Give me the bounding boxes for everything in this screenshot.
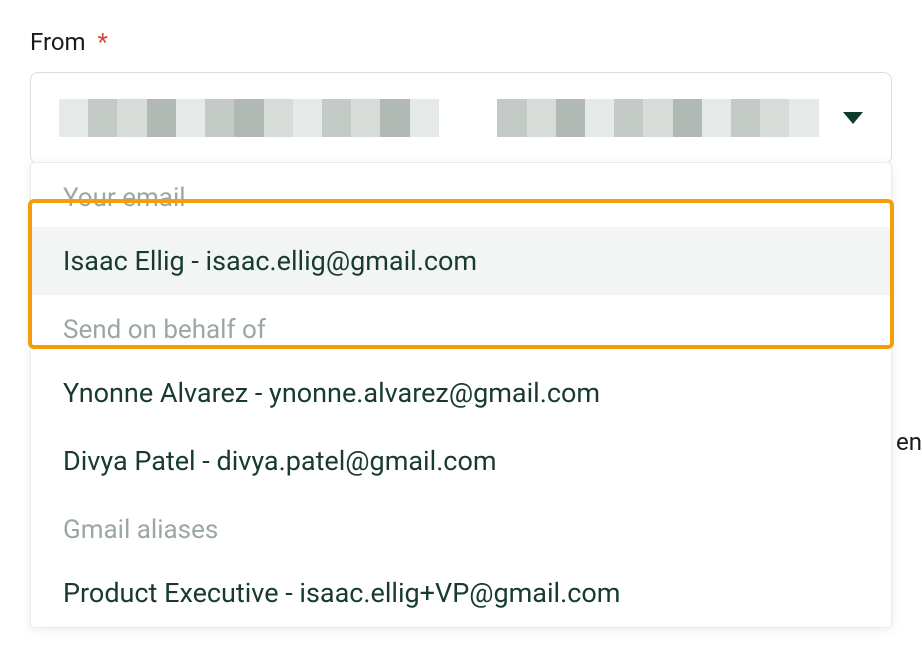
- field-label-text: From: [30, 28, 86, 56]
- pixel-block: [88, 99, 117, 137]
- option-divya[interactable]: Divya Patel - divya.patel@gmail.com: [31, 427, 891, 495]
- pixel-block: [556, 99, 585, 137]
- group-header-your_email: Your email: [31, 163, 891, 227]
- pixel-block: [117, 99, 146, 137]
- from-select-container: Your emailIsaac Ellig - isaac.ellig@gmai…: [30, 72, 892, 164]
- pixel-block: [527, 99, 556, 137]
- from-dropdown-panel: Your emailIsaac Ellig - isaac.ellig@gmai…: [30, 162, 892, 628]
- pixel-block: [585, 99, 614, 137]
- pixel-block: [731, 99, 760, 137]
- pixel-block: [147, 99, 176, 137]
- pixel-block: [410, 99, 439, 137]
- pixel-block: [673, 99, 702, 137]
- pixel-block: [468, 99, 497, 137]
- field-label: From *: [30, 28, 892, 56]
- group-header-send_on_behalf: Send on behalf of: [31, 295, 891, 359]
- pixel-block: [322, 99, 351, 137]
- group-header-gmail_aliases: Gmail aliases: [31, 495, 891, 559]
- pixel-block: [176, 99, 205, 137]
- pixel-block: [205, 99, 234, 137]
- pixel-block: [351, 99, 380, 137]
- required-asterisk: *: [98, 28, 108, 56]
- option-product_exec[interactable]: Product Executive - isaac.ellig+VP@gmail…: [31, 559, 891, 627]
- clipped-edge-text: en: [896, 428, 922, 456]
- pixel-block: [59, 99, 88, 137]
- option-isaac[interactable]: Isaac Ellig - isaac.ellig@gmail.com: [31, 227, 891, 295]
- option-ynonne[interactable]: Ynonne Alvarez - ynonne.alvarez@gmail.co…: [31, 359, 891, 427]
- pixel-block: [702, 99, 731, 137]
- redacted-value: [59, 99, 819, 137]
- pixel-block: [643, 99, 672, 137]
- pixel-block: [789, 99, 818, 137]
- pixel-block: [614, 99, 643, 137]
- chevron-down-icon: [843, 112, 863, 124]
- pixel-block: [760, 99, 789, 137]
- pixel-block: [293, 99, 322, 137]
- pixel-block: [497, 99, 526, 137]
- pixel-block: [439, 99, 468, 137]
- pixel-block: [234, 99, 263, 137]
- pixel-block: [264, 99, 293, 137]
- pixel-block: [380, 99, 409, 137]
- from-select[interactable]: [30, 72, 892, 164]
